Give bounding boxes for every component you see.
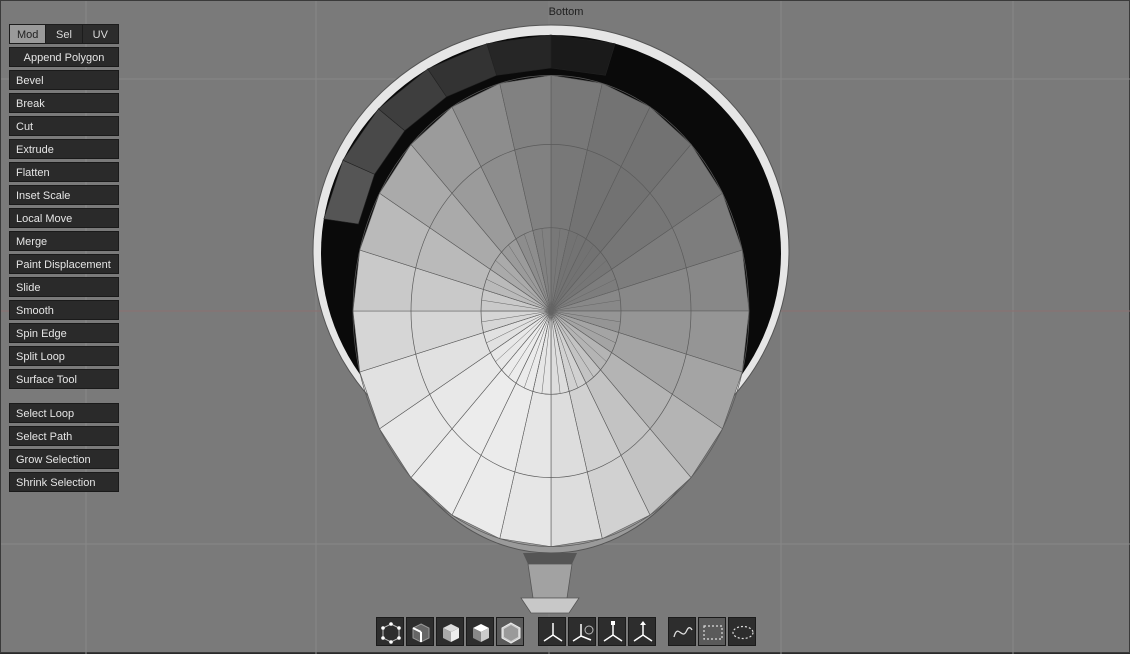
spin-edge-button[interactable]: Spin Edge (9, 323, 119, 343)
merge-button[interactable]: Merge (9, 231, 119, 251)
3d-viewport[interactable]: Bottom Mod Sel UV Append Polygon Bevel B… (0, 0, 1130, 654)
append-polygon-button[interactable]: Append Polygon (9, 47, 119, 67)
lasso-select-button[interactable] (668, 617, 696, 646)
slide-button[interactable]: Slide (9, 277, 119, 297)
tab-sel[interactable]: Sel (45, 24, 82, 44)
object-mode-button[interactable] (466, 617, 494, 646)
shaded-cube-icon (501, 622, 521, 644)
stem-body (527, 563, 573, 599)
flatten-button[interactable]: Flatten (9, 162, 119, 182)
paint-displacement-button[interactable]: Paint Displacement (9, 254, 119, 274)
object-mode-icon (473, 624, 489, 642)
tab-mod[interactable]: Mod (9, 24, 46, 44)
tool-palette: Mod Sel UV Append Polygon Bevel Break Cu… (9, 24, 119, 495)
ellipse-select-icon (732, 625, 754, 640)
view-title: Bottom (548, 6, 584, 18)
break-button[interactable]: Break (9, 93, 119, 113)
tab-uv[interactable]: UV (81, 24, 119, 44)
cut-button[interactable]: Cut (9, 116, 119, 136)
local-move-button[interactable]: Local Move (9, 208, 119, 228)
bevel-button[interactable]: Bevel (9, 70, 119, 90)
scale-axis-icon (633, 621, 653, 642)
scale-axis-button[interactable] (628, 617, 656, 646)
transform-axis-icon (543, 623, 563, 642)
select-path-button[interactable]: Select Path (9, 426, 119, 446)
rotate-axis-icon (603, 621, 623, 642)
stem-band (523, 553, 577, 564)
shaded-cube-button[interactable] (496, 617, 524, 646)
rectangle-select-icon (703, 625, 723, 640)
move-axis-button[interactable] (568, 617, 596, 646)
vertex-mode-icon (381, 622, 401, 644)
face-mode-button[interactable] (436, 617, 464, 646)
extrude-button[interactable]: Extrude (9, 139, 119, 159)
rotate-axis-button[interactable] (598, 617, 626, 646)
mode-tabs: Mod Sel UV (9, 24, 119, 44)
stem-base (520, 597, 580, 614)
edge-mode-button[interactable] (406, 617, 434, 646)
lasso-select-icon (673, 627, 693, 638)
split-loop-button[interactable]: Split Loop (9, 346, 119, 366)
palette-divider (9, 392, 119, 403)
shrink-selection-button[interactable]: Shrink Selection (9, 472, 119, 492)
rectangle-select-button[interactable] (698, 617, 726, 646)
inset-scale-button[interactable]: Inset Scale (9, 185, 119, 205)
surface-tool-button[interactable]: Surface Tool (9, 369, 119, 389)
move-axis-icon (572, 624, 594, 642)
ellipse-select-button[interactable] (728, 617, 756, 646)
transform-axis-button[interactable] (538, 617, 566, 646)
grow-selection-button[interactable]: Grow Selection (9, 449, 119, 469)
select-loop-button[interactable]: Select Loop (9, 403, 119, 423)
edge-mode-icon (412, 623, 430, 643)
smooth-button[interactable]: Smooth (9, 300, 119, 320)
face-mode-icon (443, 624, 459, 642)
vertex-mode-button[interactable] (376, 617, 404, 646)
mesh-view[interactable] (1, 1, 1130, 654)
